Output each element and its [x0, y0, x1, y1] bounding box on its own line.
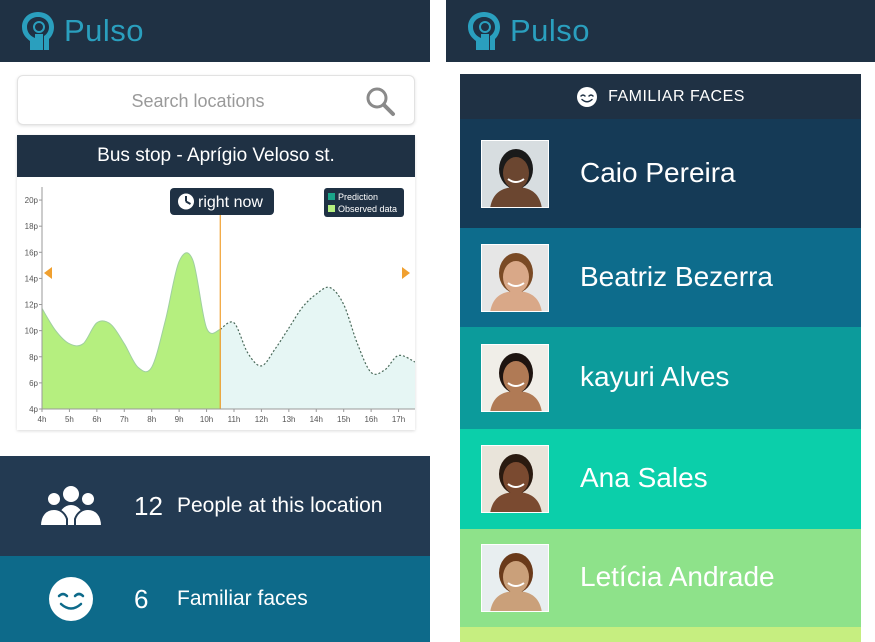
x-tick-label: 15h: [337, 415, 350, 424]
x-tick-label: 13h: [282, 415, 295, 424]
app-title: Pulso: [510, 13, 591, 48]
familiar-faces-row[interactable]: 6 Familiar faces: [0, 556, 430, 642]
right-now-label: right now: [198, 194, 263, 211]
x-tick-label: 14h: [310, 415, 323, 424]
face-photo: [481, 445, 549, 513]
smiley-face-icon: [577, 86, 598, 107]
chart-title: Bus stop - Aprígio Veloso st.: [17, 135, 415, 177]
search-input[interactable]: [28, 84, 368, 118]
top-bar: Pulso: [446, 0, 875, 62]
face-name: Ana Sales: [580, 462, 708, 493]
search-icon[interactable]: [364, 85, 396, 117]
x-tick-label: 10h: [200, 415, 213, 424]
y-tick-label: 20p: [25, 196, 39, 205]
familiar-faces-count: 6: [134, 583, 149, 614]
app-title: Pulso: [64, 13, 145, 48]
y-tick-label: 12p: [25, 301, 39, 310]
chart-legend: Prediction Observed data: [324, 188, 404, 217]
familiar-faces-screen: Pulso FAMILIAR FACES Caio Pereira Beatriz…: [446, 0, 875, 642]
x-tick-label: 6h: [92, 415, 101, 424]
face-name: Caio Pereira: [580, 157, 736, 188]
face-photo: [481, 140, 549, 208]
x-tick-label: 7h: [120, 415, 129, 424]
legend-prediction-label: Prediction: [338, 192, 378, 202]
scroll-left-arrow-icon[interactable]: [44, 267, 52, 279]
familiar-faces-label: Familiar faces: [177, 587, 308, 610]
smiley-face-icon: [36, 574, 106, 624]
face-list-item[interactable]: kayuri Alves: [460, 327, 861, 429]
y-tick-label: 14p: [25, 274, 39, 283]
y-tick-label: 4p: [29, 405, 38, 414]
face-photo: [481, 544, 549, 612]
occupancy-chart: 4h 5h 6h 7h 8h 9h 10h 11h 12h 13h 14h 15h 16h 17h 4p 6…: [25, 187, 415, 424]
people-count: 12: [134, 490, 163, 521]
face-photo: [481, 344, 549, 412]
y-tick-label: 8p: [29, 353, 38, 362]
location-screen: Pulso Bus stop - Aprígio Veloso st. 4h 5h…: [0, 0, 430, 642]
y-tick-label: 10p: [25, 327, 39, 336]
pulso-logo-icon: [468, 12, 500, 50]
x-tick-label: 16h: [364, 415, 377, 424]
x-tick-label: 12h: [255, 415, 268, 424]
pulso-logo-icon: [22, 12, 54, 50]
x-tick-label: 5h: [65, 415, 74, 424]
top-bar: Pulso: [0, 0, 430, 62]
face-list-item[interactable]: Ana Sales: [460, 429, 861, 529]
legend-observed-swatch: [328, 205, 335, 212]
x-tick-label: 17h: [392, 415, 405, 424]
familiar-faces-header: FAMILIAR FACES: [460, 74, 861, 119]
y-tick-label: 18p: [25, 222, 39, 231]
face-list-item[interactable]: Caio Pereira: [460, 119, 861, 228]
face-name: kayuri Alves: [580, 361, 730, 392]
face-list-item[interactable]: Beatriz Bezerra: [460, 228, 861, 327]
legend-observed-label: Observed data: [338, 204, 397, 214]
face-name: Beatriz Bezerra: [580, 261, 773, 292]
right-now-badge: right now: [170, 188, 274, 215]
scroll-right-arrow-icon[interactable]: [402, 267, 410, 279]
familiar-faces-list: FAMILIAR FACES Caio Pereira Beatriz Bezer…: [460, 74, 861, 642]
occupancy-chart-card: Bus stop - Aprígio Veloso st. 4h 5h 6h 7h 8h…: [17, 135, 415, 430]
familiar-faces-title: FAMILIAR FACES: [608, 87, 745, 105]
x-tick-label: 11h: [228, 415, 241, 424]
app-root: Pulso Bus stop - Aprígio Veloso st. 4h 5h…: [0, 0, 875, 642]
face-name: Letícia Andrade: [580, 561, 775, 592]
clock-icon: [178, 193, 194, 210]
x-tick-label: 4h: [38, 415, 47, 424]
y-tick-label: 16p: [25, 248, 39, 257]
search-bar[interactable]: [17, 75, 415, 125]
people-group-icon: [36, 481, 106, 531]
prediction-area: [220, 287, 415, 409]
y-tick-label: 6p: [29, 379, 38, 388]
people-count-label: People at this location: [177, 494, 383, 517]
legend-prediction-swatch: [328, 193, 335, 200]
face-list-item-partial[interactable]: [460, 627, 861, 642]
people-count-row[interactable]: 12 People at this location: [0, 456, 430, 556]
face-photo: [481, 244, 549, 312]
observed-area: [41, 252, 221, 410]
face-list-item[interactable]: Letícia Andrade: [460, 529, 861, 627]
x-tick-label: 9h: [175, 415, 184, 424]
x-tick-label: 8h: [147, 415, 156, 424]
